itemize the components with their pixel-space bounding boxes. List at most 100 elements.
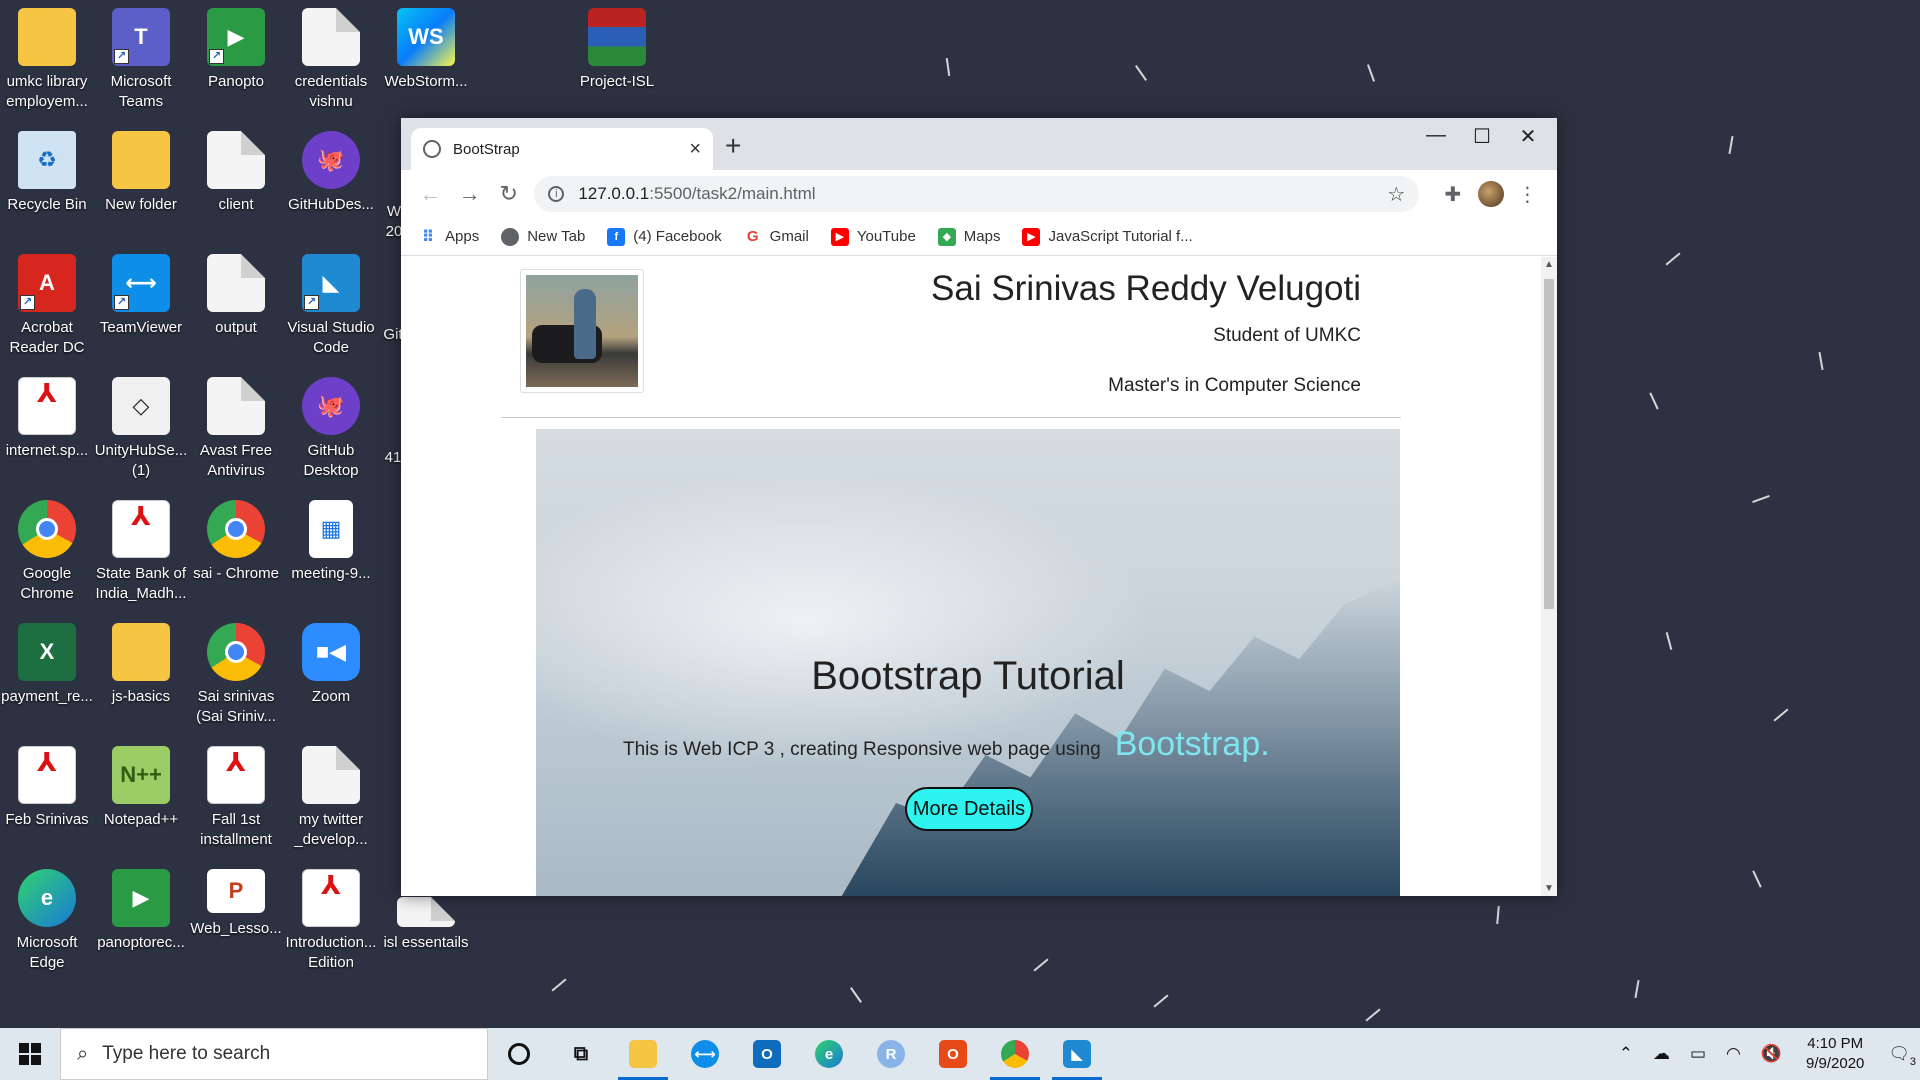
wallpaper-streak: [1649, 392, 1659, 410]
desktop-icon-microsoft-edge[interactable]: e Microsoft Edge: [0, 869, 94, 973]
new-tab-button[interactable]: +: [725, 130, 741, 162]
desktop-icon-js-basics[interactable]: js-basics: [94, 623, 188, 707]
desktop-icon-fall-installment[interactable]: ⅄ PDF Fall 1st installment: [189, 746, 283, 850]
desktop-icon-panoptorec[interactable]: ▶ panoptorec...: [94, 869, 188, 953]
desktop-icon-new-folder[interactable]: New folder: [94, 131, 188, 215]
battery-icon[interactable]: ▭: [1690, 1044, 1706, 1064]
task-view-icon: ⧉: [573, 1042, 589, 1065]
desktop-icon-web-lesson[interactable]: P Web_Lesso...: [189, 869, 283, 939]
desktop-icon-zoom[interactable]: ■◀ Zoom: [284, 623, 378, 707]
browser-tab-active[interactable]: BootStrap ×: [411, 128, 713, 170]
desktop-icon-my-twitter[interactable]: my twitter _develop...: [284, 746, 378, 850]
bookmark-new-tab[interactable]: New Tab: [501, 227, 585, 246]
desktop-icon-github-desktop[interactable]: 🐙 GitHub Desktop: [284, 377, 378, 481]
taskbar: ⌕ Type here to search ⧉ ⟷ O e R O ◣ ⌃ ☁ …: [0, 1028, 1920, 1080]
bookmark-gmail[interactable]: G Gmail: [744, 228, 809, 246]
taskbar-cortana[interactable]: [488, 1028, 550, 1080]
back-button[interactable]: ←: [411, 181, 450, 207]
desktop-icon-feb-srinivas[interactable]: ⅄ PDF Feb Srinivas: [0, 746, 94, 830]
chevron-up-icon[interactable]: ⌃: [1619, 1044, 1633, 1064]
wallpaper-streak: [551, 978, 567, 992]
taskbar-vscode[interactable]: ◣: [1046, 1028, 1108, 1080]
bookmark-apps[interactable]: ⠿ Apps: [419, 228, 479, 246]
maximize-button[interactable]: ☐: [1459, 124, 1505, 149]
taskbar-chrome[interactable]: [984, 1028, 1046, 1080]
edge-icon: e: [18, 869, 76, 927]
taskbar-r[interactable]: R: [860, 1028, 922, 1080]
taskbar-office[interactable]: O: [922, 1028, 984, 1080]
taskbar-clock[interactable]: 4:10 PM 9/9/2020: [1806, 1034, 1864, 1074]
desktop-icon-vscode[interactable]: ◣ ↗ Visual Studio Code: [284, 254, 378, 358]
bookmark-star-icon[interactable]: ☆: [1387, 182, 1405, 207]
desktop-icon-avast[interactable]: Avast Free Antivirus: [189, 377, 283, 481]
profile-header: Sai Srinivas Reddy Velugoti Student of U…: [520, 269, 1361, 396]
desktop-icon-sai-srinivas[interactable]: Sai srinivas (Sai Sriniv...: [189, 623, 283, 727]
clock-date: 9/9/2020: [1806, 1055, 1865, 1072]
close-window-button[interactable]: ✕: [1505, 124, 1551, 149]
page-viewport: Sai Srinivas Reddy Velugoti Student of U…: [401, 257, 1557, 896]
desktop-icon-meeting[interactable]: ▦ meeting-9...: [284, 500, 378, 584]
facebook-icon: f: [607, 227, 626, 246]
desktop-icon-webstorm[interactable]: WS WebStorm...: [379, 8, 473, 92]
start-button[interactable]: [0, 1028, 60, 1080]
webstorm-icon: WS: [397, 8, 455, 66]
desktop-icon-internet-sp[interactable]: ⅄ PDF internet.sp...: [0, 377, 94, 461]
desktop-icon-introduction[interactable]: ⅄ PDF Introduction... Edition: [284, 869, 378, 973]
desktop-icon-notepadpp[interactable]: N++ Notepad++: [94, 746, 188, 830]
teamviewer-icon: ⟷ ↗: [112, 254, 170, 312]
notification-center-icon[interactable]: 🗨 3: [1888, 1044, 1916, 1068]
taskbar-outlook[interactable]: O: [736, 1028, 798, 1080]
reload-button[interactable]: ↻: [489, 181, 528, 207]
bookmark-javascript-tutorial[interactable]: ▶ JavaScript Tutorial f...: [1022, 227, 1193, 246]
desktop-icon-microsoft-teams[interactable]: T ↗ Microsoft Teams: [94, 8, 188, 112]
edge-icon: e: [815, 1040, 843, 1068]
desktop-icon-google-chrome[interactable]: Google Chrome: [0, 500, 94, 604]
desktop-icon-githubdes[interactable]: 🐙 GitHubDes...: [284, 131, 378, 215]
address-bar[interactable]: i 127.0.0.1:5500/task2/main.html ☆: [534, 176, 1420, 212]
menu-dots-icon[interactable]: ⋮: [1508, 182, 1547, 207]
desktop-icon-output[interactable]: output: [189, 254, 283, 338]
taskbar-task-view[interactable]: ⧉: [550, 1028, 612, 1080]
more-details-button[interactable]: More Details: [905, 787, 1033, 831]
scroll-up-icon[interactable]: ▲: [1544, 259, 1554, 270]
github-icon: 🐙: [302, 377, 360, 435]
taskbar-teamviewer[interactable]: ⟷: [674, 1028, 736, 1080]
desktop-icon-payment-re[interactable]: X payment_re...: [0, 623, 94, 707]
desktop-icon-credentials-vishnu[interactable]: credentials vishnu: [284, 8, 378, 112]
header-divider: [501, 417, 1401, 418]
tab-close-icon[interactable]: ×: [689, 138, 701, 161]
taskbar-search[interactable]: ⌕ Type here to search: [60, 1028, 488, 1080]
info-icon[interactable]: i: [548, 186, 565, 202]
profile-subtitle-degree: Master's in Computer Science: [1108, 375, 1361, 396]
desktop-icon-project-isl[interactable]: Project-ISL: [570, 8, 664, 92]
bookmark-maps[interactable]: ◆ Maps: [937, 227, 1000, 246]
desktop-icon-umkc-library[interactable]: umkc library employem...: [0, 8, 94, 112]
desktop-icon-unityhub[interactable]: ◇ UnityHubSe... (1): [94, 377, 188, 481]
forward-button[interactable]: →: [450, 181, 489, 207]
desktop-icon-acrobat-reader[interactable]: A ↗ Acrobat Reader DC: [0, 254, 94, 358]
page-scrollbar[interactable]: ▲ ▼: [1541, 257, 1557, 896]
browser-toolbar: ← → ↻ i 127.0.0.1:5500/task2/main.html ☆…: [401, 170, 1557, 218]
taskbar-file-explorer[interactable]: [612, 1028, 674, 1080]
scrollbar-thumb[interactable]: [1544, 279, 1554, 609]
scroll-down-icon[interactable]: ▼: [1544, 883, 1554, 894]
extensions-icon[interactable]: ✚: [1433, 182, 1472, 207]
wifi-icon[interactable]: ◠: [1726, 1044, 1741, 1064]
minimize-button[interactable]: —: [1413, 124, 1459, 147]
desktop-icon-client[interactable]: client: [189, 131, 283, 215]
wallpaper-streak: [1366, 64, 1376, 82]
bookmark-facebook[interactable]: f (4) Facebook: [607, 227, 722, 246]
onedrive-icon[interactable]: ☁: [1653, 1044, 1670, 1064]
taskbar-edge[interactable]: e: [798, 1028, 860, 1080]
desktop-icon-teamviewer[interactable]: ⟷ ↗ TeamViewer: [94, 254, 188, 338]
desktop-icon-panopto[interactable]: ▶ ↗ Panopto: [189, 8, 283, 92]
wallpaper-streak: [1818, 351, 1824, 371]
folder-icon: [112, 131, 170, 189]
profile-avatar[interactable]: [1478, 181, 1504, 207]
speaker-muted-icon[interactable]: 🔇: [1761, 1044, 1782, 1064]
desktop-icon-state-bank[interactable]: ⅄ PDF State Bank of India_Madh...: [94, 500, 188, 604]
desktop-icon-recycle-bin[interactable]: ♻ Recycle Bin: [0, 131, 94, 215]
office-icon: O: [939, 1040, 967, 1068]
bookmark-youtube[interactable]: ▶ YouTube: [830, 227, 916, 246]
desktop-icon-sai-chrome[interactable]: sai - Chrome: [189, 500, 283, 584]
